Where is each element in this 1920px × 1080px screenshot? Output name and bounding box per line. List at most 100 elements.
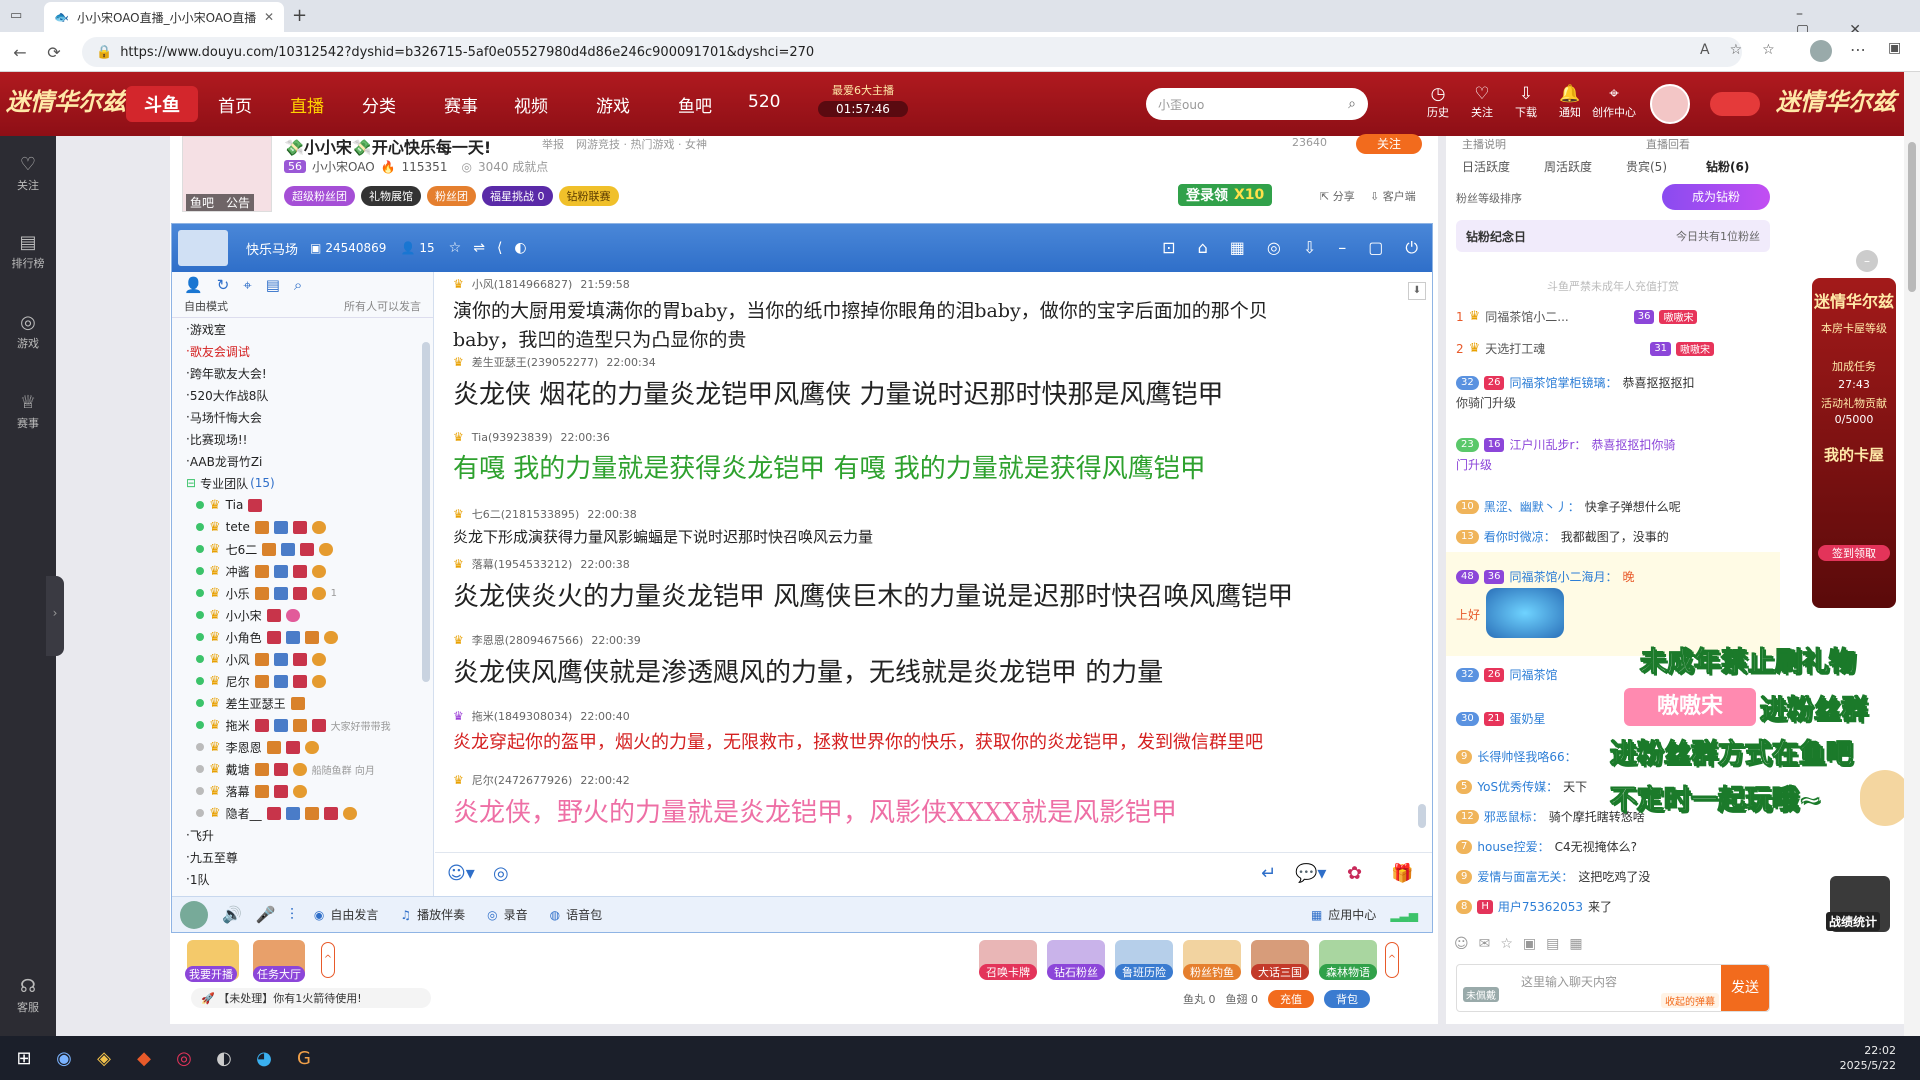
tag-gift-gallery[interactable]: 礼物展馆 (361, 186, 421, 206)
record-button[interactable]: 录音 (504, 906, 528, 923)
stats-label[interactable]: 战绩统计 (1826, 912, 1881, 931)
tree-scrollbar[interactable] (422, 342, 430, 682)
anniversary-banner[interactable]: 钻粉纪念日 今日共有1位粉丝 (1456, 220, 1770, 252)
follow-anchor-button[interactable]: 关注 (1356, 134, 1422, 154)
expand-gifts-icon[interactable]: ^ (1385, 942, 1399, 978)
chat-input[interactable]: 这里输入聊天内容 (1521, 973, 1617, 990)
report-link[interactable]: 举报 (542, 136, 564, 152)
gamepad-icon[interactable]: ◎ (1267, 238, 1281, 258)
nav-live[interactable]: 直播 (290, 92, 324, 117)
chat-tool-icons[interactable]: ☺✉☆▣▤▦ (1454, 936, 1593, 952)
netease-icon[interactable]: ◎ (164, 1040, 204, 1076)
chat-row[interactable]: 32 26 同福茶馆掌柜镜璃： 恭喜抠抠抠扣 (1456, 374, 1695, 391)
steam-icon[interactable]: ◉ (44, 1040, 84, 1076)
replay-link[interactable]: 直播回看 (1646, 136, 1690, 152)
nav-category[interactable]: 分类 (362, 92, 396, 117)
refresh-icon[interactable]: ↻ (217, 276, 230, 294)
become-diamond-button[interactable]: 成为钻粉 (1662, 184, 1770, 210)
rose-icon[interactable]: ✿ (1347, 863, 1362, 884)
go-live-label[interactable]: 我要开播 (185, 966, 237, 982)
music-button[interactable]: 播放伴奏 (417, 906, 465, 923)
close-icon[interactable]: ✕ (264, 10, 274, 24)
chat-row[interactable]: 9 爱情与面富无关： 这把吃鸡了没 (1456, 868, 1650, 885)
scrollbar-thumb[interactable] (1908, 142, 1916, 292)
free-speak-button[interactable]: 自由发言 (330, 906, 378, 923)
follow-button[interactable]: ♡ 关注 (1460, 84, 1504, 120)
chat-row[interactable]: 13 看你时微凉： 我都截图了，没事的 (1456, 528, 1669, 545)
nav-games[interactable]: 游戏 (596, 92, 630, 117)
sidebar-item-games[interactable]: ◎ 游戏 (0, 312, 56, 351)
browser-tab[interactable]: 🐟 小小宋OAO直播_小小宋OAO直播 ✕ (44, 2, 284, 32)
maximize-icon[interactable]: ▢ (1368, 238, 1383, 258)
gift-item[interactable]: 召唤卡牌 (979, 940, 1037, 980)
back-icon[interactable]: ← (8, 40, 32, 64)
tab-daily[interactable]: 日活跃度 (1462, 158, 1510, 175)
game-icon[interactable]: G (284, 1040, 324, 1076)
sidebar-item-ranking[interactable]: ▤ 排行榜 (0, 232, 56, 271)
history-button[interactable]: ◷ 历史 (1416, 84, 1460, 120)
chat-input-box[interactable]: 未佩戴 这里输入聊天内容 收起的弹幕 发送 (1456, 964, 1770, 1012)
power-icon[interactable]: ⏻ (1405, 238, 1418, 258)
expand-icon[interactable]: ^ (321, 942, 335, 978)
chat-bubble-icon[interactable]: 💬▾ (1295, 863, 1326, 884)
creator-center-button[interactable]: ⌖ 创作中心 (1592, 84, 1636, 120)
list-icon[interactable]: ▦ (1230, 238, 1245, 258)
send-button[interactable]: 发送 (1721, 965, 1769, 1011)
chat-row[interactable]: 23 16 江户川乱步r： 恭喜抠抠扣你骑 (1456, 436, 1675, 453)
app-icon[interactable]: ◈ (84, 1040, 124, 1076)
rank-row[interactable]: 1 ♛ 同福茶馆小二... 36 嗷嗷宋 (1456, 308, 1698, 325)
sidebar-item-service[interactable]: ☊ 客服 (0, 976, 56, 1015)
mixer-icon[interactable]: ⫶ (290, 905, 294, 925)
gift-item[interactable]: 粉丝钓鱼 (1183, 940, 1241, 980)
login-reward-button[interactable]: 登录领 X10 (1178, 184, 1273, 206)
backpack-button[interactable]: 背包 (1324, 990, 1370, 1008)
browser-toolbar-icons[interactable]: A☆☆ (1700, 42, 1795, 58)
tab-actions-icon[interactable]: ▭ (10, 8, 26, 24)
chat-row[interactable]: 10 黑涩、幽默丶丿： 快拿子弹想什么呢 (1456, 498, 1681, 515)
tree-channel[interactable]: · 歌友会调试 (172, 340, 433, 362)
minimize-icon[interactable]: – (1338, 238, 1346, 258)
scroll-down-icon[interactable]: ⬇ (1408, 282, 1426, 300)
nav-home[interactable]: 首页 (218, 92, 252, 117)
tab-weekly[interactable]: 周活跃度 (1544, 158, 1592, 175)
tree-channel[interactable]: · 飞升 (172, 824, 433, 846)
new-tab-icon[interactable]: + (292, 5, 307, 26)
chat-row[interactable]: 48 36 同福茶馆小二海月：晚 (1456, 568, 1635, 585)
rocket-notice[interactable]: 🚀 【未处理】你有1火箭待使用! (191, 988, 431, 1008)
nav-events[interactable]: 赛事 (444, 92, 478, 117)
search-input[interactable]: 小歪ouo ⌕ (1146, 88, 1368, 120)
tag-fan-club[interactable]: 粉丝团 (427, 186, 476, 206)
chat-scrollbar[interactable] (1418, 804, 1426, 828)
self-avatar[interactable] (180, 900, 208, 929)
client-link[interactable]: ⇩ 客户端 (1370, 188, 1416, 204)
share-link[interactable]: ⇱ 分享 (1320, 188, 1355, 204)
tree-channel[interactable]: · 比赛现场!! (172, 428, 433, 450)
host-notes-link[interactable]: 主播说明 (1462, 136, 1506, 152)
note-icon[interactable]: ▤ (266, 276, 280, 294)
search-icon[interactable]: ⌕ (1348, 96, 1356, 112)
tree-channel[interactable]: · 九五至尊 (172, 846, 433, 868)
system-clock[interactable]: 22:02 2025/5/22 (1840, 1043, 1896, 1073)
nav-video[interactable]: 视频 (514, 92, 548, 117)
rank-row[interactable]: 2 ♛ 天选打工魂 31 嗷嗷宋 (1456, 340, 1715, 357)
tag-fuxing[interactable]: 福星挑战 0 (482, 186, 553, 206)
member-row[interactable]: ♛ 小小宋 (172, 604, 433, 626)
tree-channel[interactable]: · 马场忏悔大会 (172, 406, 433, 428)
douyu-logo[interactable]: 斗鱼 (126, 86, 198, 122)
sidebar-expand-handle[interactable]: › (46, 576, 64, 656)
member-row[interactable]: ♛ Tia (172, 494, 433, 516)
speaker-icon[interactable]: 🔊 (222, 905, 242, 924)
member-row[interactable]: ♛ 小风 (172, 648, 433, 670)
tab-vip[interactable]: 贵宾(5) (1626, 158, 1667, 175)
voice-pack-button[interactable]: 语音包 (566, 906, 602, 923)
room-category[interactable]: 网游竞技 · 热门游戏 · 女神 (576, 136, 707, 152)
channel-action-icons[interactable]: ☆⇌⟨◐ (449, 240, 539, 256)
tree-channel[interactable]: · 1队 (172, 868, 433, 890)
chat-row[interactable]: 32 26 同福茶馆 (1456, 666, 1557, 683)
download-button[interactable]: ⇩ 下载 (1504, 84, 1548, 120)
member-row[interactable]: ♛ 冲酱 (172, 560, 433, 582)
member-row[interactable]: ♛ 拖米 大家好带带我 (172, 714, 433, 736)
member-row[interactable]: ♛ 隐者__ (172, 802, 433, 824)
edge-icon[interactable]: ◕ (244, 1040, 284, 1076)
more-icon[interactable]: ⋯ (1850, 40, 1866, 59)
